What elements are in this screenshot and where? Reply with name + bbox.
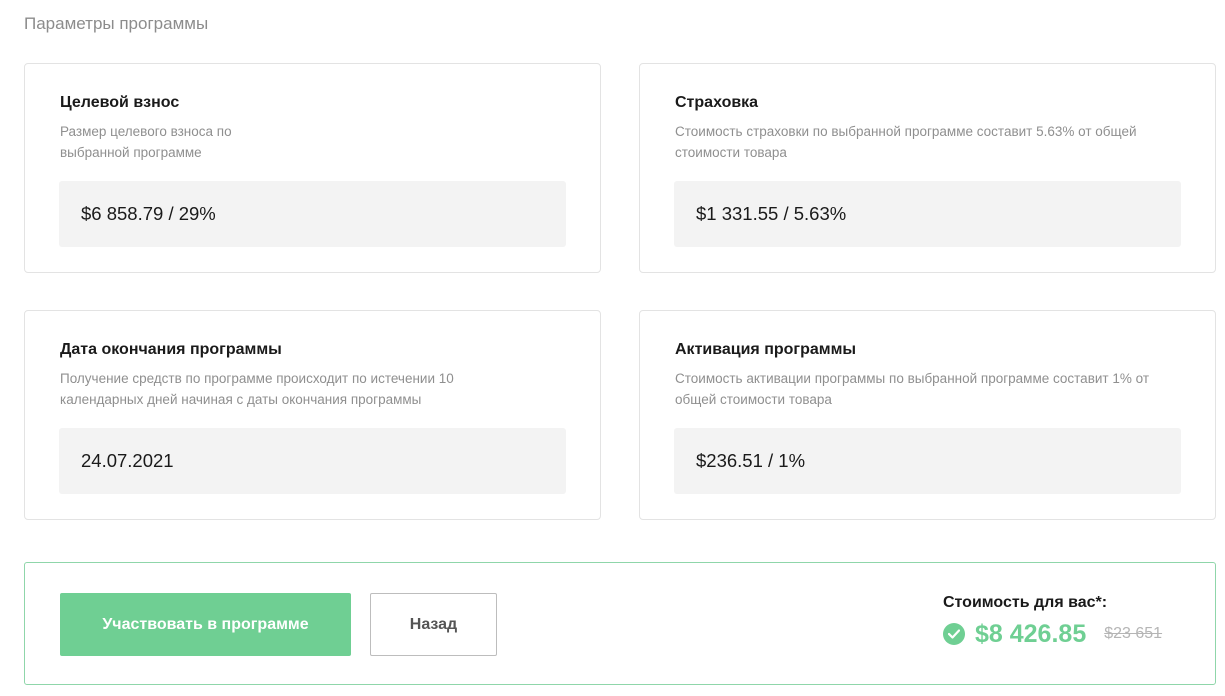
target-contribution-value: $6 858.79 / 29%	[59, 181, 566, 247]
card-title: Активация программы	[675, 341, 857, 358]
card-description: Стоимость страховки по выбранной програм…	[675, 124, 1137, 160]
card-description: Размер целевого взноса по выбранной прог…	[60, 124, 232, 160]
price-row: $8 426.85 $23 651	[943, 619, 1162, 649]
card-title: Дата окончания программы	[60, 341, 282, 358]
card-description: Получение средств по программе происходи…	[60, 371, 454, 407]
program-activation-card: Активация программы Стоимость активации …	[639, 310, 1216, 520]
summary-footer: Участвовать в программе Назад Стоимость …	[24, 562, 1216, 685]
program-end-date-value: 24.07.2021	[59, 428, 566, 494]
card-description: Стоимость активации программы по выбранн…	[675, 371, 1149, 407]
section-title: Параметры программы	[24, 14, 209, 33]
old-price: $23 651	[1104, 625, 1163, 642]
insurance-value: $1 331.55 / 5.63%	[674, 181, 1181, 247]
program-end-date-card: Дата окончания программы Получение средс…	[24, 310, 601, 520]
program-activation-value: $236.51 / 1%	[674, 428, 1181, 494]
participate-button[interactable]: Участвовать в программе	[60, 593, 351, 656]
card-title: Страховка	[675, 94, 759, 111]
insurance-card: Страховка Стоимость страховки по выбранн…	[639, 63, 1216, 273]
back-button[interactable]: Назад	[370, 593, 497, 656]
target-contribution-card: Целевой взнос Размер целевого взноса по …	[24, 63, 601, 273]
program-parameters-page: Параметры программы Целевой взнос Размер…	[0, 0, 1225, 696]
check-circle-icon	[943, 623, 965, 645]
price-value: $8 426.85	[975, 619, 1087, 648]
card-title: Целевой взнос	[60, 94, 180, 111]
price-label: Стоимость для вас*:	[943, 594, 1108, 611]
